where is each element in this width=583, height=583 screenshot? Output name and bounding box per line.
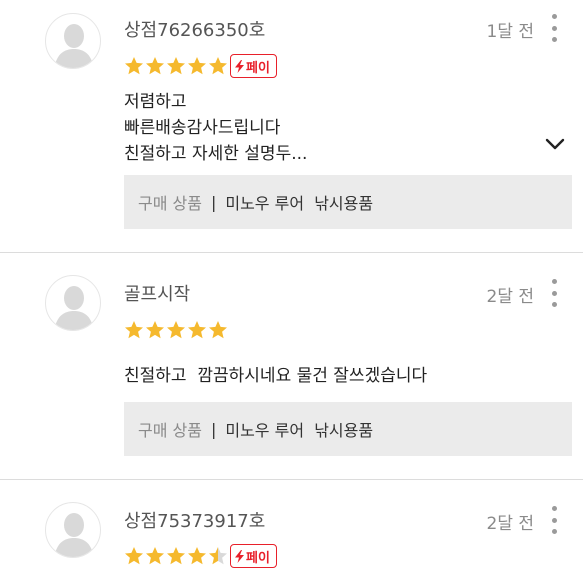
rating-stars [124, 546, 228, 566]
product-name: 미노우 루어 낚시용품 [225, 421, 374, 440]
default-user-icon [54, 286, 94, 330]
pay-badge-label: 페이 [246, 60, 270, 76]
star-icon [209, 547, 227, 565]
rating-stars [124, 320, 228, 340]
pay-badge: 페이 [230, 54, 277, 78]
purchased-product[interactable]: 구매 상품 | 미노우 루어 낚시용품 [124, 402, 572, 456]
pay-badge-label: 페이 [246, 550, 270, 566]
star-icon [167, 547, 185, 565]
avatar[interactable] [45, 502, 101, 558]
review-item: 골프시작 2달 전 친절하고 깜끔하시네요 물건 잘쓰겠습니다 구매 상품 | 미노… [0, 253, 583, 479]
review-time: 1달 전 [486, 22, 535, 42]
product-name: 미노우 루어 낚시용품 [225, 194, 374, 213]
star-icon [146, 547, 164, 565]
more-vertical-icon[interactable] [546, 14, 562, 42]
star-icon [188, 547, 206, 565]
star-icon [209, 57, 227, 75]
review-text: 저렴하고 빠른배송감사드립니다 친절하고 자세한 설명두... [124, 92, 308, 164]
star-icon [188, 57, 206, 75]
product-separator: | [210, 419, 217, 439]
more-vertical-icon[interactable] [546, 506, 562, 534]
star-icon [125, 547, 143, 565]
avatar[interactable] [45, 13, 101, 69]
avatar[interactable] [45, 275, 101, 331]
star-icon [146, 57, 164, 75]
product-label: 구매 상품 [138, 421, 202, 440]
star-icon [188, 321, 206, 339]
star-icon [167, 57, 185, 75]
review-time: 2달 전 [486, 287, 535, 307]
review-author[interactable]: 골프시작 [124, 280, 190, 306]
review-author[interactable]: 상점76266350호 [124, 16, 265, 42]
purchased-product[interactable]: 구매 상품 | 미노우 루어 낚시용품 [124, 175, 572, 229]
star-icon [209, 321, 227, 339]
chevron-down-icon[interactable] [544, 136, 566, 152]
review-author[interactable]: 상점75373917호 [124, 507, 265, 533]
pay-badge: 페이 [230, 544, 277, 568]
star-icon [125, 321, 143, 339]
lightning-icon [235, 59, 244, 73]
more-vertical-icon[interactable] [546, 279, 562, 307]
default-user-icon [54, 513, 94, 557]
product-label: 구매 상품 [138, 194, 202, 213]
product-separator: | [210, 192, 217, 212]
rating-stars [124, 56, 228, 76]
review-time: 2달 전 [486, 514, 535, 534]
lightning-icon [235, 549, 244, 563]
review-item: 상점75373917호 2달 전 페이 [0, 480, 583, 583]
star-icon [167, 321, 185, 339]
star-icon [146, 321, 164, 339]
default-user-icon [54, 24, 94, 68]
star-icon [125, 57, 143, 75]
review-text: 친절하고 깜끔하시네요 물건 잘쓰겠습니다 [124, 366, 428, 386]
review-item: 상점76266350호 1달 전 페이 저렴하고 빠른배송감사드립니다 친절하고… [0, 0, 583, 252]
